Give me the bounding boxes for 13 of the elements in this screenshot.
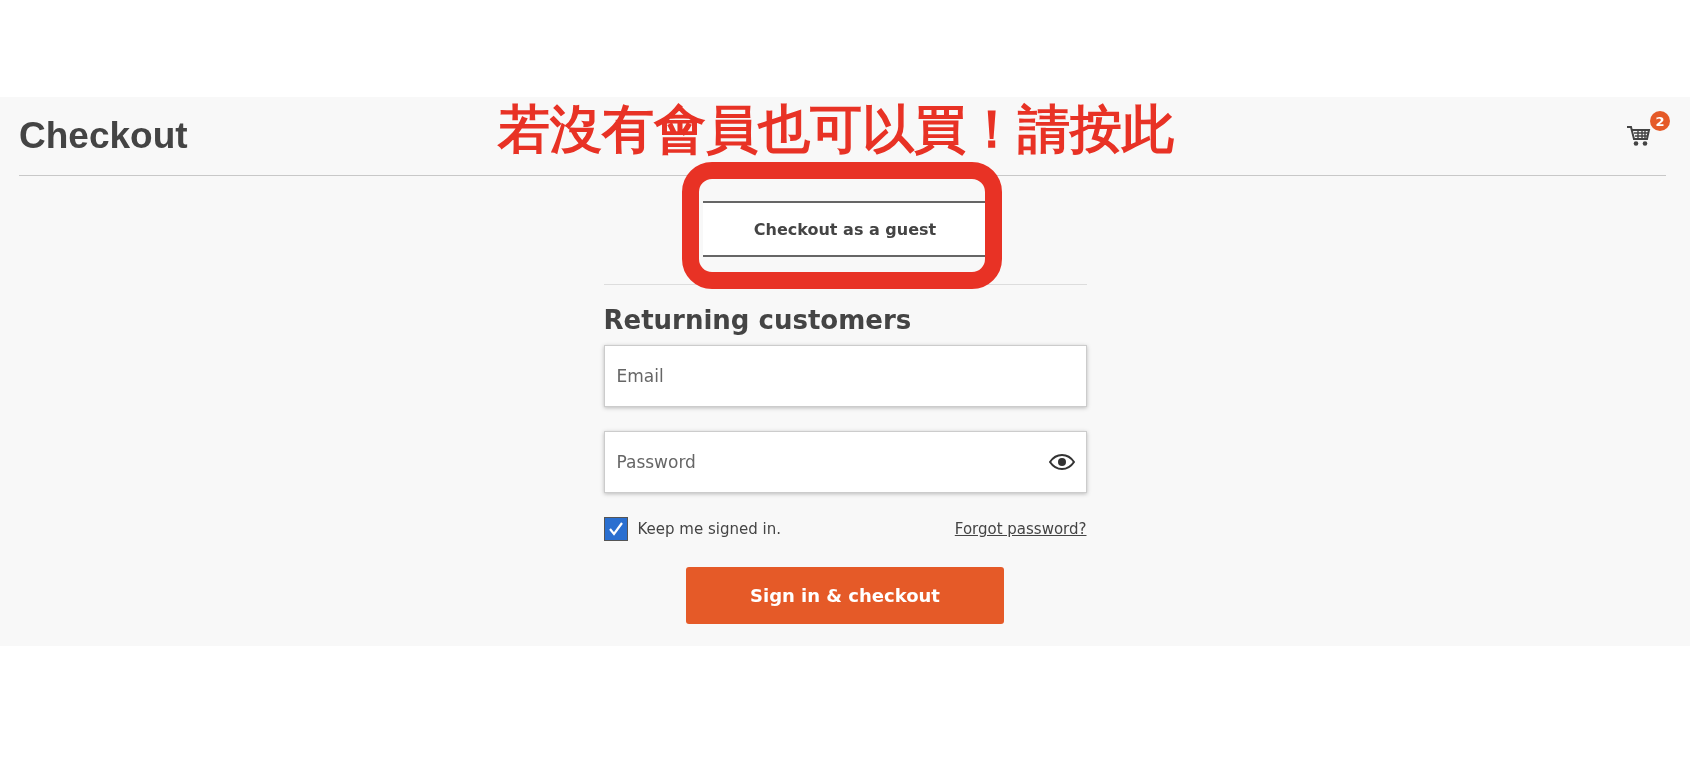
section-heading: Returning customers — [603, 305, 912, 335]
forgot-password-link[interactable]: Forgot password? — [954, 520, 1087, 538]
guest-checkout-button[interactable]: Checkout as a guest — [703, 201, 987, 257]
checkbox-label: Keep me signed in. — [637, 520, 781, 538]
email-field[interactable]: Email — [603, 345, 1087, 407]
checkbox[interactable] — [603, 517, 628, 541]
annotation-text: 若沒有會員也可以買！請按此 — [498, 98, 1174, 161]
password-field[interactable]: Password — [603, 431, 1087, 493]
sign-in-button[interactable]: Sign in & checkout — [686, 567, 1004, 624]
cart-count-badge: 2 — [1650, 111, 1670, 131]
cart-icon[interactable] — [1626, 125, 1652, 147]
eye-icon[interactable] — [1048, 454, 1075, 470]
page-title: Checkout — [19, 115, 188, 157]
